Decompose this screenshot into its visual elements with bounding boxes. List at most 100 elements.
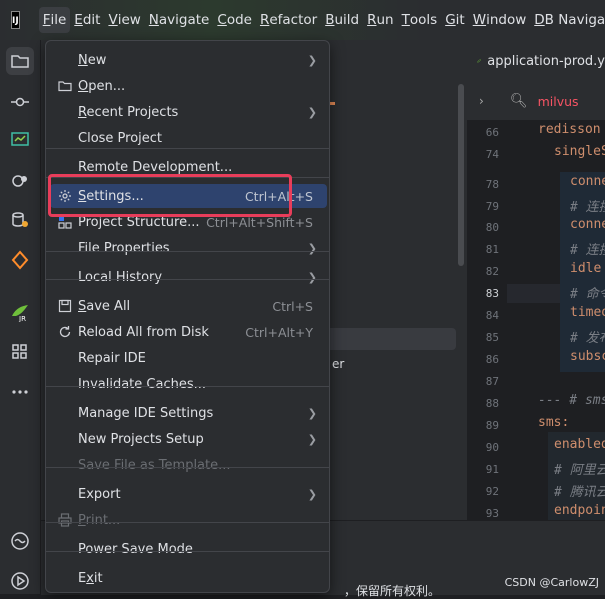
- menu-refactor[interactable]: Refactor: [256, 7, 321, 33]
- line-number-gutter: 66 74 78 79 80 81 82 83 84 85 86 87 88 89 90 91 92 93: [467, 120, 507, 520]
- menu-item-label: File Properties: [78, 240, 170, 256]
- line-number: 93: [485, 507, 499, 520]
- menu-window[interactable]: Window: [469, 7, 531, 33]
- intellij-logo-icon[interactable]: IJ: [11, 11, 20, 29]
- menu-item-label: Power Save Mode: [78, 541, 193, 557]
- code-line: enabled: [554, 437, 605, 452]
- menu-item-shortcut: Ctrl+S: [272, 298, 313, 314]
- menu-item-power-save-mode[interactable]: Power Save Mode: [50, 537, 327, 561]
- more-tools-icon[interactable]: [6, 378, 34, 406]
- menu-mnemonic: F: [42, 12, 51, 28]
- submenu-arrow-icon: ❯: [307, 487, 317, 501]
- menu-edit[interactable]: Edit: [70, 7, 104, 33]
- editor-tab-title[interactable]: application-prod.y: [487, 54, 605, 69]
- plugin-tool-icon[interactable]: [6, 167, 34, 195]
- menu-item-label: Print...: [78, 512, 121, 528]
- menu-db-navigator[interactable]: DB Navigator: [530, 7, 605, 33]
- menu-label-rest: iew: [117, 12, 141, 28]
- monitor-tool-icon[interactable]: [6, 126, 34, 154]
- line-number: 89: [485, 419, 499, 432]
- menu-item-new[interactable]: New ❯: [50, 48, 327, 72]
- menu-item-manage-ide-settings[interactable]: Manage IDE Settings ❯: [50, 401, 327, 425]
- run-tool-icon[interactable]: [6, 567, 34, 595]
- code-line: # 连接: [570, 200, 605, 215]
- terminal-tool-icon[interactable]: [6, 527, 34, 555]
- chevron-right-icon[interactable]: ›: [479, 94, 484, 108]
- menu-item-close-project[interactable]: Close Project: [50, 126, 327, 150]
- menu-label-rest: indow: [486, 12, 527, 28]
- menu-separator: [46, 522, 329, 523]
- menu-mnemonic: B: [325, 12, 335, 28]
- menu-item-local-history[interactable]: Local History ❯: [50, 265, 327, 289]
- menu-item-label: Exit: [78, 570, 103, 586]
- menu-code[interactable]: Code: [213, 7, 256, 33]
- line-number: 82: [485, 265, 499, 278]
- database-tool-icon[interactable]: [6, 206, 34, 234]
- menu-item-new-projects-setup[interactable]: New Projects Setup ❯: [50, 427, 327, 451]
- line-number: 66: [485, 126, 499, 139]
- background-text: er: [332, 357, 345, 371]
- menu-item-label: Save All: [78, 298, 131, 314]
- menu-separator: [46, 251, 329, 252]
- svg-text:JR: JR: [18, 315, 26, 322]
- print-icon: [58, 513, 72, 527]
- menu-mnemonic: V: [108, 12, 118, 28]
- menu-item-open[interactable]: Open...: [50, 74, 327, 98]
- commit-tool-icon[interactable]: [6, 88, 34, 116]
- menu-file[interactable]: File: [38, 7, 71, 33]
- menu-git[interactable]: Git: [441, 7, 469, 33]
- menu-view[interactable]: View: [104, 7, 144, 33]
- menu-label-rest: ode: [226, 12, 252, 28]
- menu-item-label: Save File as Template...: [78, 457, 231, 473]
- file-menu-dropdown: New ❯ Open... Recent Projects ❯ Close Project…: [45, 40, 330, 593]
- submenu-arrow-icon: ❯: [307, 406, 317, 420]
- find-query[interactable]: milvus: [538, 94, 579, 109]
- project-tool-icon[interactable]: [6, 47, 34, 75]
- code-line: idle: [570, 261, 602, 276]
- menu-item-label: New Projects Setup: [78, 431, 204, 447]
- menu-run[interactable]: Run: [363, 7, 398, 33]
- watermark: CSDN @CarlowZJ: [504, 576, 599, 589]
- submenu-arrow-icon: ❯: [307, 432, 317, 446]
- menu-item-file-properties[interactable]: File Properties ❯: [50, 236, 327, 260]
- code-line: # 腾讯云: [554, 485, 605, 500]
- menu-item-reload-all[interactable]: Reload All from Disk Ctrl+Alt+Y: [50, 320, 327, 344]
- menu-separator: [46, 386, 329, 387]
- jrebel-tool-icon[interactable]: JR: [6, 298, 34, 326]
- line-number: 86: [485, 353, 499, 366]
- line-number: 78: [485, 178, 499, 191]
- menu-label-rest: efactor: [269, 12, 318, 28]
- menu-item-exit[interactable]: Exit: [50, 566, 327, 590]
- menu-separator: [46, 279, 329, 280]
- menu-item-label: Repair IDE: [78, 350, 146, 366]
- menu-item-label: Close Project: [78, 130, 163, 146]
- menu-item-print: Print...: [50, 508, 327, 532]
- menu-mnemonic: W: [472, 12, 487, 28]
- menu-label-rest: it: [455, 12, 465, 28]
- code-line: sms:: [538, 415, 570, 430]
- background-selected-row: [326, 328, 456, 350]
- structure-tool-icon[interactable]: [6, 338, 34, 366]
- menu-item-invalidate-caches[interactable]: Invalidate Caches...: [50, 372, 327, 396]
- menu-item-repair-ide[interactable]: Repair IDE: [50, 346, 327, 370]
- menu-item-export[interactable]: Export ❯: [50, 482, 327, 506]
- background-marker: [330, 94, 335, 105]
- menu-label-rest: ools: [409, 12, 438, 28]
- code-line: redisson: [538, 122, 601, 137]
- code-line: singleS: [554, 144, 605, 159]
- editor-tab-bar: application-prod.y: [467, 40, 605, 83]
- menu-item-label: Open...: [78, 78, 126, 94]
- menu-mnemonic: R: [367, 12, 377, 28]
- tool-window-strip: JR: [0, 40, 41, 594]
- menu-tools[interactable]: Tools: [398, 7, 442, 33]
- line-number: 83: [485, 287, 499, 300]
- line-number: 80: [485, 221, 499, 234]
- menu-item-save-all[interactable]: Save All Ctrl+S: [50, 294, 327, 318]
- menu-navigate[interactable]: Navigate: [145, 7, 214, 33]
- menu-build[interactable]: Build: [321, 7, 363, 33]
- search-icon: 🔍︎: [509, 93, 528, 109]
- translate-tool-icon[interactable]: [6, 246, 34, 274]
- project-panel-scrollbar[interactable]: [458, 84, 464, 266]
- menu-item-recent-projects[interactable]: Recent Projects ❯: [50, 100, 327, 124]
- code-line: # 阿里云: [554, 463, 605, 478]
